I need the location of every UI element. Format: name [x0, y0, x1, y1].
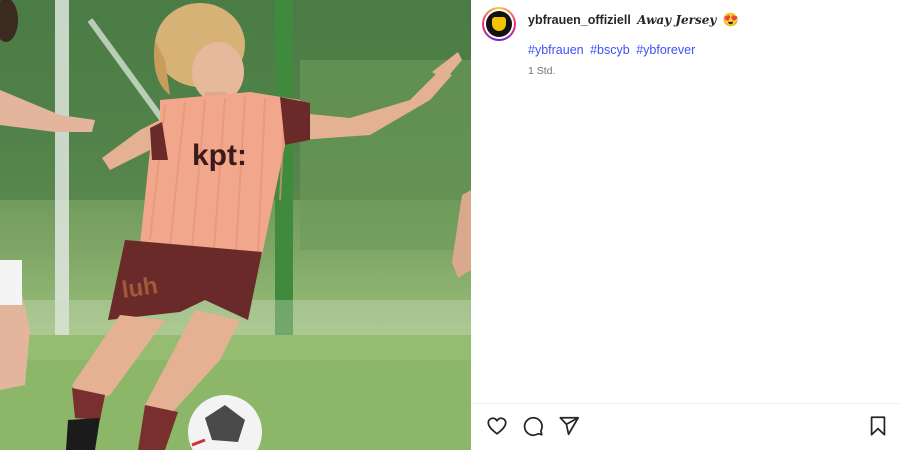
post-photo[interactable]: kpt: luh — [0, 0, 471, 450]
share-button[interactable] — [557, 414, 581, 438]
like-button[interactable] — [485, 414, 509, 438]
hashtag-link[interactable]: #ybfrauen — [528, 43, 584, 57]
action-bar — [485, 414, 581, 438]
post-timestamp: 1 Std. — [528, 65, 556, 77]
share-icon — [559, 416, 580, 436]
caption-text: Away Jersey — [637, 13, 717, 27]
save-button[interactable] — [866, 414, 890, 438]
caption-line: ybfrauen_offiziell Away Jersey 😍 — [528, 12, 739, 28]
post-details-panel: ybfrauen_offiziell Away Jersey 😍 #ybfrau… — [471, 0, 900, 450]
shorts-text: luh — [120, 272, 159, 304]
player-illustration: kpt: luh — [0, 0, 471, 450]
hashtag-list: #ybfrauen #bscyb #ybforever — [528, 43, 698, 57]
hashtag-link[interactable]: #bscyb — [590, 43, 630, 57]
heart-icon — [487, 417, 507, 435]
username-link[interactable]: ybfrauen_offiziell — [528, 13, 631, 27]
comment-button[interactable] — [521, 414, 545, 438]
hashtag-link[interactable]: #ybforever — [636, 43, 695, 57]
heart-eyes-emoji: 😍 — [722, 12, 740, 27]
bookmark-icon — [870, 416, 886, 436]
divider — [471, 403, 900, 404]
profile-avatar[interactable] — [482, 7, 516, 41]
jersey-sponsor: kpt: — [192, 139, 247, 172]
club-crest-icon — [492, 17, 506, 31]
comment-icon — [523, 416, 543, 437]
